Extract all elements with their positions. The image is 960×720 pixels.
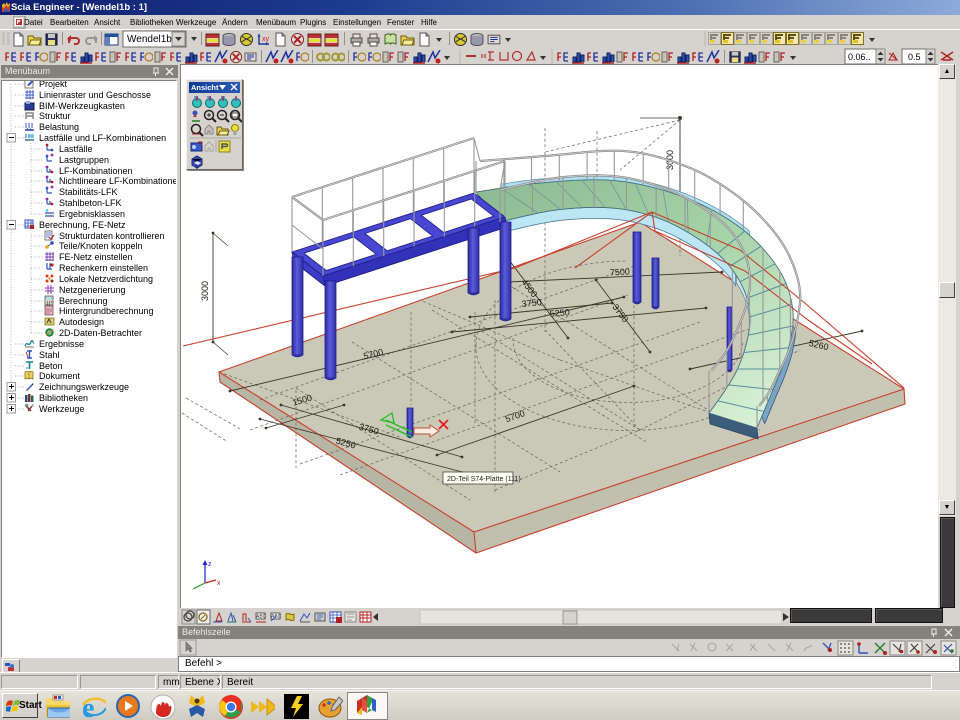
svg-text:Lastfälle: Lastfälle — [59, 144, 93, 154]
svg-text:Dokument: Dokument — [39, 371, 81, 381]
svg-text:3000: 3000 — [200, 281, 210, 301]
svg-text:Stahl: Stahl — [39, 350, 60, 360]
svg-text:Beton: Beton — [39, 361, 63, 371]
svg-text:Stabilitäts-LFK: Stabilitäts-LFK — [59, 187, 118, 197]
svg-text:x: x — [217, 580, 221, 587]
svg-text:Lastfälle und LF-Kombinationen: Lastfälle und LF-Kombinationen — [39, 133, 166, 143]
svg-text:FE-Netz einstellen: FE-Netz einstellen — [59, 252, 133, 262]
svg-text:Projekt: Projekt — [39, 81, 68, 89]
svg-text:Netzgenerierung: Netzgenerierung — [59, 285, 126, 295]
svg-text:Berechnung, FE-Netz: Berechnung, FE-Netz — [39, 220, 126, 230]
svg-text:Wendel1b: Wendel1b — [127, 34, 172, 45]
svg-text:Struktur: Struktur — [39, 111, 71, 121]
svg-text:Ergebnisse: Ergebnisse — [39, 339, 84, 349]
svg-text:Linienraster und Geschosse: Linienraster und Geschosse — [39, 90, 151, 100]
svg-text:Autodesign: Autodesign — [59, 317, 104, 327]
svg-text:Strukturdaten kontrollieren: Strukturdaten kontrollieren — [59, 231, 165, 241]
svg-text:2D-Daten-Betrachter: 2D-Daten-Betrachter — [59, 328, 142, 338]
svg-text:Ergebnisklassen: Ergebnisklassen — [59, 209, 125, 219]
svg-text:Zeichnungswerkzeuge: Zeichnungswerkzeuge — [39, 382, 129, 392]
svg-text:Werkzeuge: Werkzeuge — [39, 404, 84, 414]
svg-text:Rechenkern einstellen: Rechenkern einstellen — [59, 263, 148, 273]
svg-text:Hintergrundberechnung: Hintergrundberechnung — [59, 306, 154, 316]
svg-text:Nichtlineare LF-Kombinationen: Nichtlineare LF-Kombinationen — [59, 176, 176, 186]
svg-text:Belastung: Belastung — [39, 122, 79, 132]
svg-text:Lastgruppen: Lastgruppen — [59, 155, 109, 165]
svg-text:ABC: ABC — [256, 614, 267, 620]
svg-text:0.5: 0.5 — [908, 52, 921, 62]
svg-text:2D-Teil S74-Platte (111): 2D-Teil S74-Platte (111) — [447, 476, 521, 483]
svg-text:3750: 3750 — [521, 297, 542, 309]
svg-text:Lokale Netzverdichtung: Lokale Netzverdichtung — [59, 274, 153, 284]
svg-text:z: z — [208, 561, 212, 568]
svg-text:BIM-Werkzeugkasten: BIM-Werkzeugkasten — [39, 101, 125, 111]
svg-text:LF-Kombinationen: LF-Kombinationen — [59, 166, 133, 176]
svg-text:Bibliotheken: Bibliotheken — [39, 393, 88, 403]
svg-text:Stahlbeton-LFK: Stahlbeton-LFK — [59, 198, 122, 208]
svg-text:0.06..: 0.06.. — [848, 52, 871, 62]
svg-text:7500: 7500 — [610, 266, 631, 277]
svg-text:Berechnung: Berechnung — [59, 296, 108, 306]
svg-text:Teile/Knoten koppeln: Teile/Knoten koppeln — [59, 241, 143, 251]
